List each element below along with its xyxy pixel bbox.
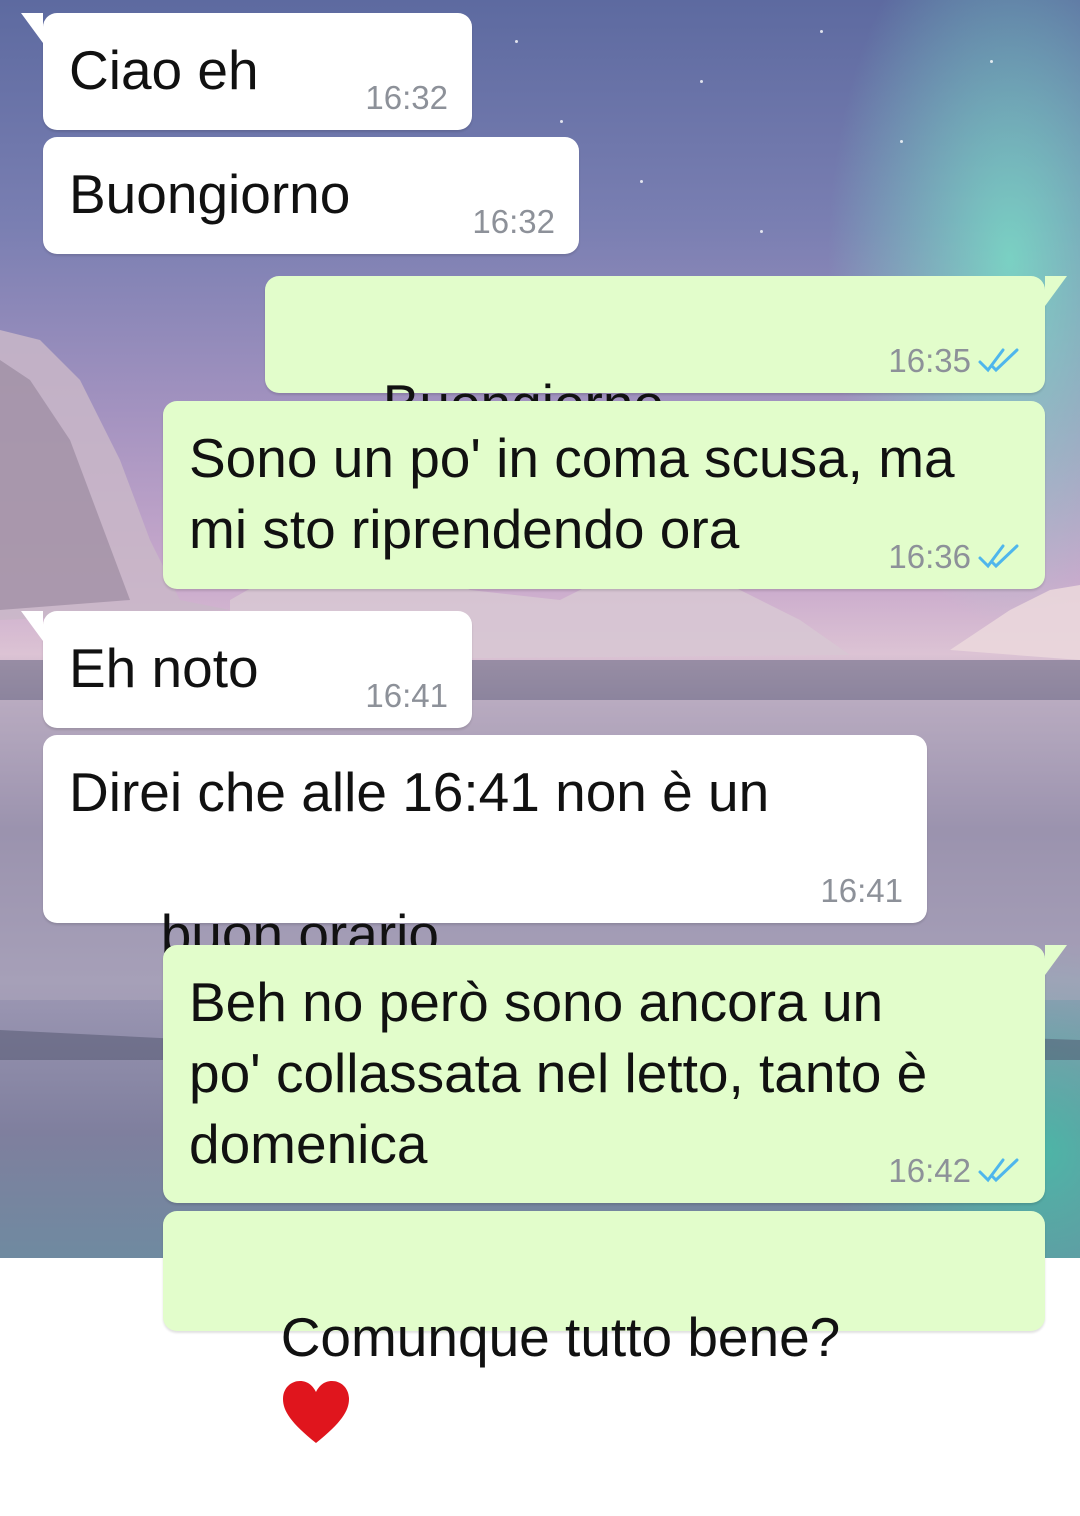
message-text-line: mi sto riprendendo ora xyxy=(189,498,740,560)
message-incoming[interactable]: Eh noto 16:41 xyxy=(21,611,472,728)
message-text-content: Comunque tutto bene? xyxy=(280,1306,841,1368)
message-meta: 16:41 xyxy=(820,871,903,911)
message-incoming[interactable]: Direi che alle 16:41 non è un buon orari… xyxy=(43,735,927,1043)
message-outgoing[interactable]: Sono un po' in coma scusa, ma mi sto rip… xyxy=(163,401,1045,589)
message-text: Ciao eh xyxy=(69,39,259,101)
message-meta: 16:32 xyxy=(365,78,448,118)
message-outgoing[interactable]: Beh no però sono ancora un po' collassat… xyxy=(163,945,1067,1203)
message-meta: 16:36 xyxy=(888,537,1021,577)
message-meta: 16:42 xyxy=(888,1151,1021,1191)
message-time: 16:32 xyxy=(472,203,555,240)
message-text-line: po' collassata nel letto, tanto è xyxy=(189,1042,928,1104)
message-text: Buongiorno xyxy=(69,163,351,225)
message-time: 16:42 xyxy=(888,1152,971,1189)
message-meta: 16:41 xyxy=(365,676,448,716)
message-text-line: Direi che alle 16:41 non è un xyxy=(69,761,770,823)
message-text: Comunque tutto bene? xyxy=(189,1231,840,1516)
read-receipt-double-check-icon xyxy=(978,1158,1019,1183)
message-text-line: Beh no però sono ancora un xyxy=(189,971,884,1033)
message-time: 16:36 xyxy=(888,538,971,575)
read-receipt-double-check-icon xyxy=(978,544,1019,569)
message-meta: 16:35 xyxy=(888,341,1021,381)
message-time: 16:32 xyxy=(365,79,448,116)
message-text-line: domenica xyxy=(189,1113,428,1175)
message-outgoing[interactable]: Buongiorno 16:35 xyxy=(265,276,1067,509)
read-receipt-double-check-icon xyxy=(978,348,1019,373)
message-time: 16:41 xyxy=(820,872,903,909)
red-heart-emoji xyxy=(282,1381,349,1444)
message-outgoing[interactable]: Comunque tutto bene? xyxy=(163,1211,1045,1444)
message-text-line: Sono un po' in coma scusa, ma xyxy=(189,427,955,489)
message-meta: 16:32 xyxy=(472,202,555,242)
message-time: 16:41 xyxy=(365,677,448,714)
chat-thread[interactable]: Ciao eh 16:32 Buongiorno 16:32 Buongiorn… xyxy=(0,0,1080,1444)
message-incoming[interactable]: Ciao eh 16:32 xyxy=(21,13,472,130)
message-text: Eh noto xyxy=(69,637,259,699)
message-time: 16:35 xyxy=(888,342,971,379)
message-incoming[interactable]: Buongiorno 16:32 xyxy=(43,137,579,254)
